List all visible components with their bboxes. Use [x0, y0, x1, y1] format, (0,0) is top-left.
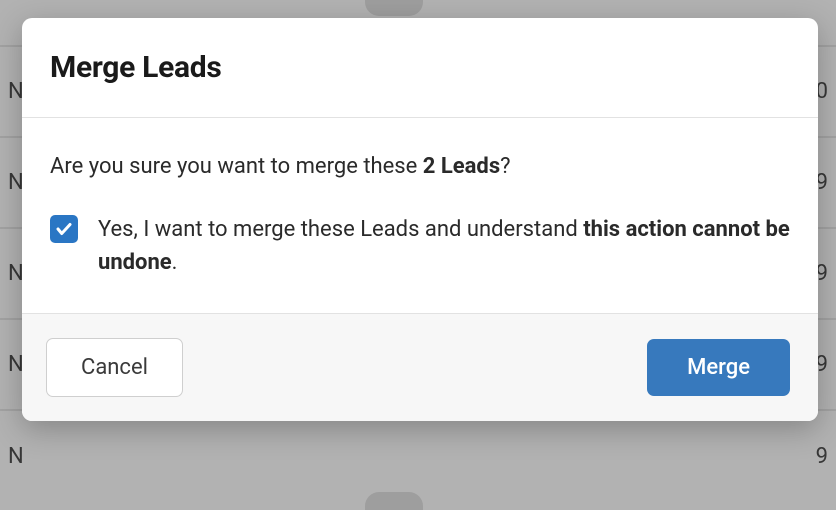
merge-button[interactable]: Merge — [647, 339, 790, 396]
modal-body: Are you sure you want to merge these 2 L… — [22, 118, 818, 313]
modal-header: Merge Leads — [22, 18, 818, 118]
confirm-text: Are you sure you want to merge these 2 L… — [50, 152, 790, 183]
confirm-prefix: Are you sure you want to merge these — [50, 154, 423, 179]
checkbox-text-suffix: . — [172, 250, 178, 275]
confirm-count: 2 Leads — [423, 154, 500, 179]
confirm-suffix: ? — [500, 154, 510, 179]
confirm-checkbox-label: Yes, I want to merge these Leads and und… — [98, 213, 790, 279]
confirm-checkbox[interactable] — [50, 215, 78, 243]
check-icon — [55, 220, 73, 238]
confirm-checkbox-row: Yes, I want to merge these Leads and und… — [50, 213, 790, 279]
cancel-button[interactable]: Cancel — [46, 338, 183, 397]
modal-footer: Cancel Merge — [22, 313, 818, 421]
merge-leads-modal: Merge Leads Are you sure you want to mer… — [22, 18, 818, 421]
checkbox-text-prefix: Yes, I want to merge these Leads and und… — [98, 217, 583, 242]
modal-title: Merge Leads — [50, 50, 790, 85]
